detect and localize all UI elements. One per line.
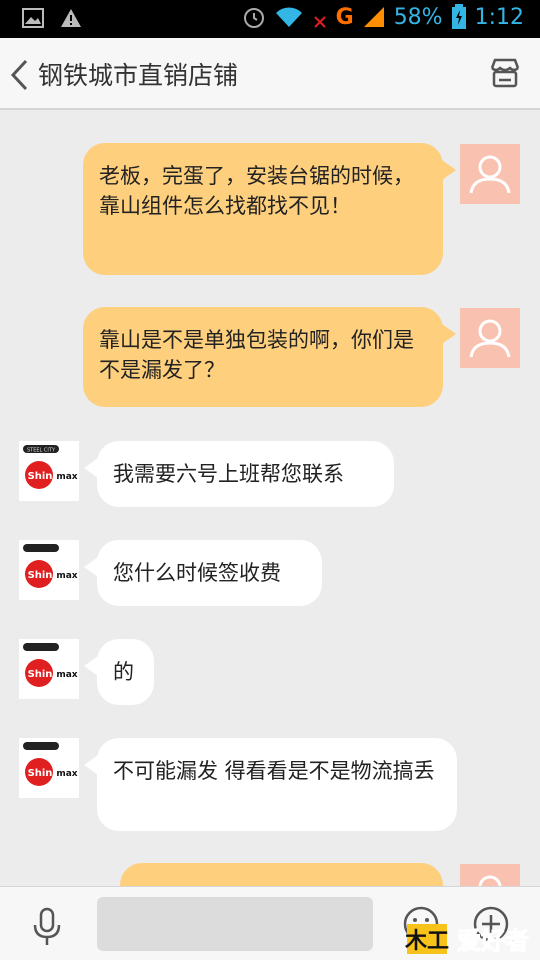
message-bubble-incoming[interactable]: 我需要六号上班帮您联系 [97, 441, 394, 507]
watermark-logo: 木工 爱好者 [405, 924, 530, 956]
status-bar: G 58% 1:12 [0, 0, 540, 38]
page-title: 钢铁城市直销店铺 [38, 61, 239, 90]
svg-text:max: max [56, 670, 77, 680]
svg-text:STEEL CITY: STEEL CITY [27, 448, 56, 454]
shop-avatar[interactable]: STEEL CITY Shin max [19, 441, 79, 501]
shop-avatar[interactable]: Shin max [19, 639, 79, 699]
message-bubble-incoming[interactable]: 不可能漏发 得看看是不是物流搞丢 [97, 738, 457, 831]
bubble-tail [84, 557, 98, 577]
message-bubble-incoming[interactable]: 的 [97, 639, 154, 705]
shop-avatar[interactable]: Shin max [19, 738, 79, 798]
microphone-icon[interactable] [30, 907, 64, 947]
svg-text:爱好者: 爱好者 [457, 927, 529, 955]
wifi-icon [275, 7, 302, 27]
bubble-tail [442, 324, 456, 344]
user-avatar[interactable] [460, 144, 520, 204]
user-avatar[interactable] [460, 308, 520, 368]
message-bubble-outgoing[interactable]: 老板，完蛋了，安装台锯的时候，靠山组件怎么找都找不见！ [83, 143, 443, 275]
svg-text:Shin: Shin [28, 669, 53, 680]
clock: 1:12 [474, 4, 524, 30]
signal-x-icon [313, 16, 326, 28]
battery-icon [451, 4, 466, 29]
shinmax-logo-icon: Shin max [23, 742, 78, 786]
shop-avatar[interactable]: Shin max [19, 540, 79, 600]
user-icon [469, 155, 511, 194]
user-icon [469, 319, 511, 358]
svg-text:max: max [56, 769, 77, 779]
signal-icon [363, 7, 384, 27]
back-arrow-icon[interactable] [8, 58, 30, 92]
shinmax-logo-icon: STEEL CITY Shin max [23, 445, 78, 489]
bubble-tail [442, 160, 456, 180]
message-bubble-incoming[interactable]: 您什么时候签收费 [97, 540, 322, 606]
network-type: G [335, 4, 354, 30]
bubble-tail [84, 458, 98, 478]
alarm-icon [243, 8, 264, 28]
shop-icon[interactable] [488, 56, 522, 90]
image-icon [22, 8, 44, 28]
bubble-tail [84, 755, 98, 775]
bubble-tail [84, 656, 98, 676]
message-input[interactable] [97, 897, 373, 951]
message-bubble-outgoing[interactable]: 靠山是不是单独包装的啊，你们是不是漏发了？ [83, 307, 443, 407]
shinmax-logo-icon: Shin max [23, 643, 78, 687]
svg-text:max: max [56, 472, 77, 482]
svg-text:Shin: Shin [28, 768, 53, 779]
battery-percent: 58% [393, 4, 443, 30]
svg-text:Shin: Shin [28, 471, 53, 482]
svg-text:max: max [56, 571, 77, 581]
svg-text:Shin: Shin [28, 570, 53, 581]
shinmax-logo-icon: Shin max [23, 544, 78, 588]
warning-icon [61, 9, 81, 27]
svg-text:木工: 木工 [405, 929, 449, 954]
chat-header: 钢铁城市直销店铺 [0, 38, 540, 110]
